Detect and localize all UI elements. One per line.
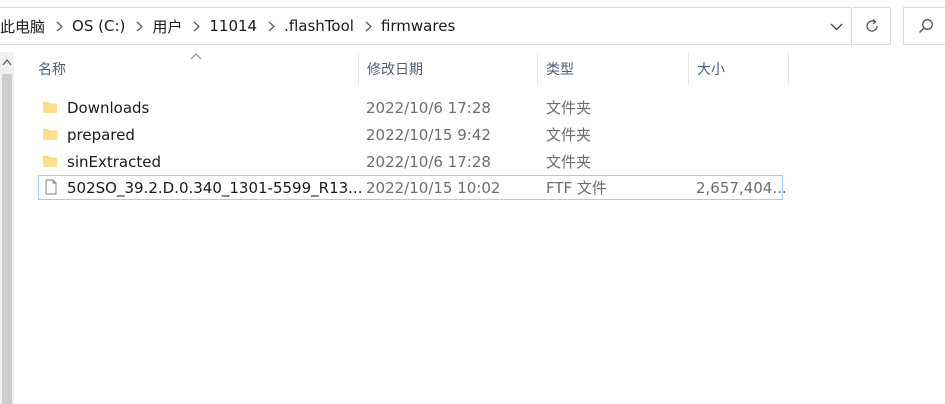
- column-header-name[interactable]: 名称: [30, 52, 359, 85]
- list-item[interactable]: sinExtracted 2022/10/6 17:28 文件夹: [38, 149, 783, 174]
- column-header-type[interactable]: 类型: [538, 52, 689, 85]
- list-item[interactable]: prepared 2022/10/15 9:42 文件夹: [38, 122, 783, 147]
- file-date: 2022/10/6 17:28: [366, 152, 491, 171]
- list-item-selected[interactable]: 502SO_39.2.D.0.340_1301-5599_R13... 2022…: [38, 175, 787, 200]
- breadcrumb-item-users[interactable]: 用户: [152, 16, 186, 37]
- file-type: 文件夹: [546, 126, 592, 144]
- file-type: 文件夹: [546, 99, 592, 117]
- chevron-right-icon[interactable]: [55, 21, 64, 31]
- chevron-right-icon[interactable]: [364, 21, 373, 31]
- search-input[interactable]: [903, 7, 945, 45]
- file-type: 文件夹: [546, 153, 592, 171]
- breadcrumb-item-this-pc[interactable]: 此电脑: [0, 16, 49, 37]
- file-date: 2022/10/6 17:28: [366, 98, 491, 117]
- file-name: Downloads: [67, 98, 150, 117]
- chevron-right-icon[interactable]: [267, 21, 276, 31]
- file-name: sinExtracted: [67, 152, 161, 171]
- scrollbar-thumb[interactable]: [2, 74, 12, 404]
- address-bar[interactable]: 此电脑 OS (C:) 用户 11014 .flashTool firmware…: [0, 7, 852, 45]
- file-name: prepared: [67, 125, 135, 144]
- search-icon: [918, 19, 933, 34]
- list-item[interactable]: Downloads 2022/10/6 17:28 文件夹: [38, 95, 783, 120]
- breadcrumb-item-user[interactable]: 11014: [209, 17, 261, 35]
- file-date: 2022/10/15 10:02: [366, 178, 501, 197]
- file-name: 502SO_39.2.D.0.340_1301-5599_R13...: [67, 178, 363, 197]
- column-header-size[interactable]: 大小: [689, 52, 789, 85]
- folder-icon: [43, 156, 57, 167]
- scroll-up-arrow-icon[interactable]: [2, 58, 12, 66]
- column-header-row: 名称 修改日期 类型 大小: [30, 52, 790, 85]
- breadcrumb-item-drive[interactable]: OS (C:): [72, 17, 129, 35]
- folder-icon: [43, 102, 57, 113]
- file-icon: [45, 179, 57, 195]
- chevron-right-icon[interactable]: [192, 21, 201, 31]
- file-size: 2,657,404...: [696, 178, 787, 197]
- chevron-down-icon[interactable]: [826, 17, 846, 37]
- refresh-button[interactable]: [853, 7, 891, 45]
- folder-icon: [43, 129, 57, 140]
- breadcrumb: 此电脑 OS (C:) 用户 11014 .flashTool firmware…: [0, 8, 459, 44]
- breadcrumb-item-flashtool[interactable]: .flashTool: [284, 17, 358, 35]
- chevron-right-icon[interactable]: [135, 21, 144, 31]
- navigation-scrollbar[interactable]: [0, 52, 14, 404]
- refresh-icon: [865, 19, 878, 32]
- file-date: 2022/10/15 9:42: [366, 125, 491, 144]
- breadcrumb-item-firmwares[interactable]: firmwares: [381, 17, 459, 35]
- file-type: FTF 文件: [546, 179, 607, 197]
- column-header-date-modified[interactable]: 修改日期: [359, 52, 538, 85]
